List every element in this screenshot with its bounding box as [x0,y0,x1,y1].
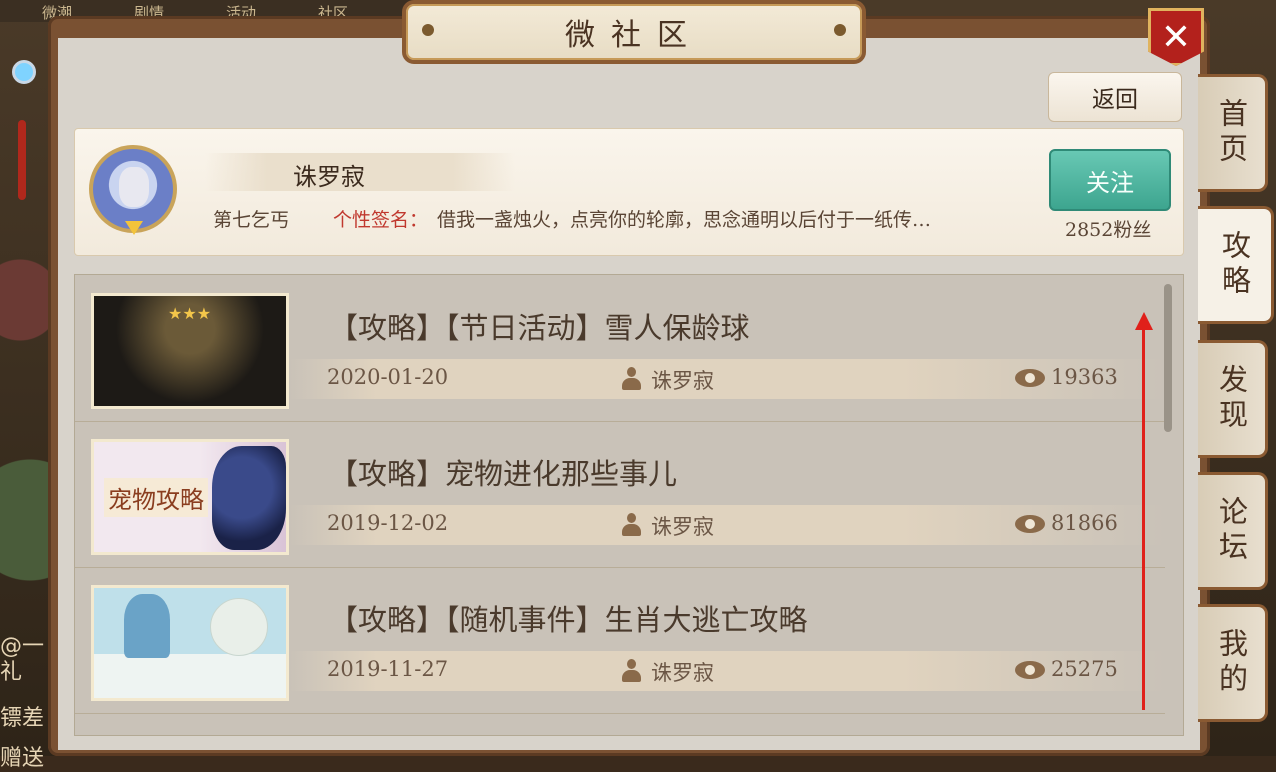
arrow-up-icon [1135,312,1153,330]
stars-icon: ★★★ [168,304,212,323]
post-views: 25275 [1051,657,1118,681]
post-title: 【攻略】【节日活动】雪人保龄球 [329,311,750,345]
tab-mine[interactable]: 我的 [1198,604,1268,722]
thumbnail-caption: 宠物攻略 [104,478,208,517]
post-thumbnail: ★★★ [91,293,289,409]
list-item[interactable]: 宠物攻略 【攻略】宠物进化那些事儿 2019-12-02 诛罗寂 81866 [75,421,1165,568]
tassel-icon [18,120,26,200]
post-author: 诛罗寂 [651,661,714,685]
post-views: 81866 [1051,511,1118,535]
follow-button[interactable]: 关注 [1049,149,1171,211]
post-list[interactable]: ★★★ 【攻略】【节日活动】雪人保龄球 2020-01-20 诛罗寂 19363… [74,274,1184,736]
background-text: 镖差 [0,706,45,731]
post-author: 诛罗寂 [651,515,714,539]
user-icon [621,513,641,537]
avatar[interactable] [89,145,177,233]
list-item[interactable]: 【攻略】【随机事件】生肖大逃亡攻略 2019-11-27 诛罗寂 25275 [75,567,1165,714]
post-title: 【攻略】【随机事件】生肖大逃亡攻略 [329,603,808,637]
character-illustration [124,594,170,658]
list-item[interactable]: ★★★ 【攻略】【节日活动】雪人保龄球 2020-01-20 诛罗寂 19363 [75,275,1165,422]
banner-rivet-icon [422,24,434,36]
post-author: 诛罗寂 [651,369,714,393]
avatar-figure [119,167,149,207]
signature-text: 借我一盏烛火，点亮你的轮廓，思念通明以后付于一纸传… [437,209,932,231]
tab-forum[interactable]: 论坛 [1198,472,1268,590]
profile-card: 诛罗寂 第七乞丐 个性签名： 借我一盏烛火，点亮你的轮廓，思念通明以后付于一纸传… [74,128,1184,256]
post-thumbnail: 宠物攻略 [91,439,289,555]
tab-label: 我的 [1214,628,1249,698]
beast-illustration [212,446,286,550]
signature-label: 个性签名： [333,209,429,231]
background-text: 赠送 [0,746,45,771]
eye-icon [1015,369,1045,387]
profile-rank: 第七乞丐 [213,209,290,231]
scroll-annotation-arrow [1142,318,1145,710]
post-date: 2020-01-20 [327,365,449,389]
user-icon [621,659,641,683]
tab-label: 首页 [1214,98,1249,168]
title-banner: 微社区 [402,0,866,64]
jade-ornament-icon [12,60,36,84]
post-date: 2019-12-02 [327,511,449,535]
tab-label: 论坛 [1214,496,1249,566]
banner-rivet-icon [834,24,846,36]
eye-icon [1015,661,1045,679]
background-text: 礼 [0,660,23,685]
tab-label: 发现 [1214,364,1249,434]
list-scrollbar[interactable] [1164,284,1172,432]
eye-icon [1015,515,1045,533]
post-date: 2019-11-27 [327,657,449,681]
user-icon [621,367,641,391]
close-icon: ✕ [1160,17,1192,58]
emblem-illustration [210,598,268,656]
tab-home[interactable]: 首页 [1198,74,1268,192]
tab-guides[interactable]: 攻略 [1198,206,1274,324]
tab-discover[interactable]: 发现 [1198,340,1268,458]
post-thumbnail [91,585,289,701]
back-button[interactable]: 返回 [1048,72,1182,122]
tab-label: 攻略 [1217,230,1252,300]
fans-count: 2852粉丝 [1065,219,1152,241]
post-title: 【攻略】宠物进化那些事儿 [329,457,678,491]
profile-name: 诛罗寂 [293,163,365,191]
window-title: 微社区 [565,18,703,53]
post-views: 19363 [1051,365,1118,389]
